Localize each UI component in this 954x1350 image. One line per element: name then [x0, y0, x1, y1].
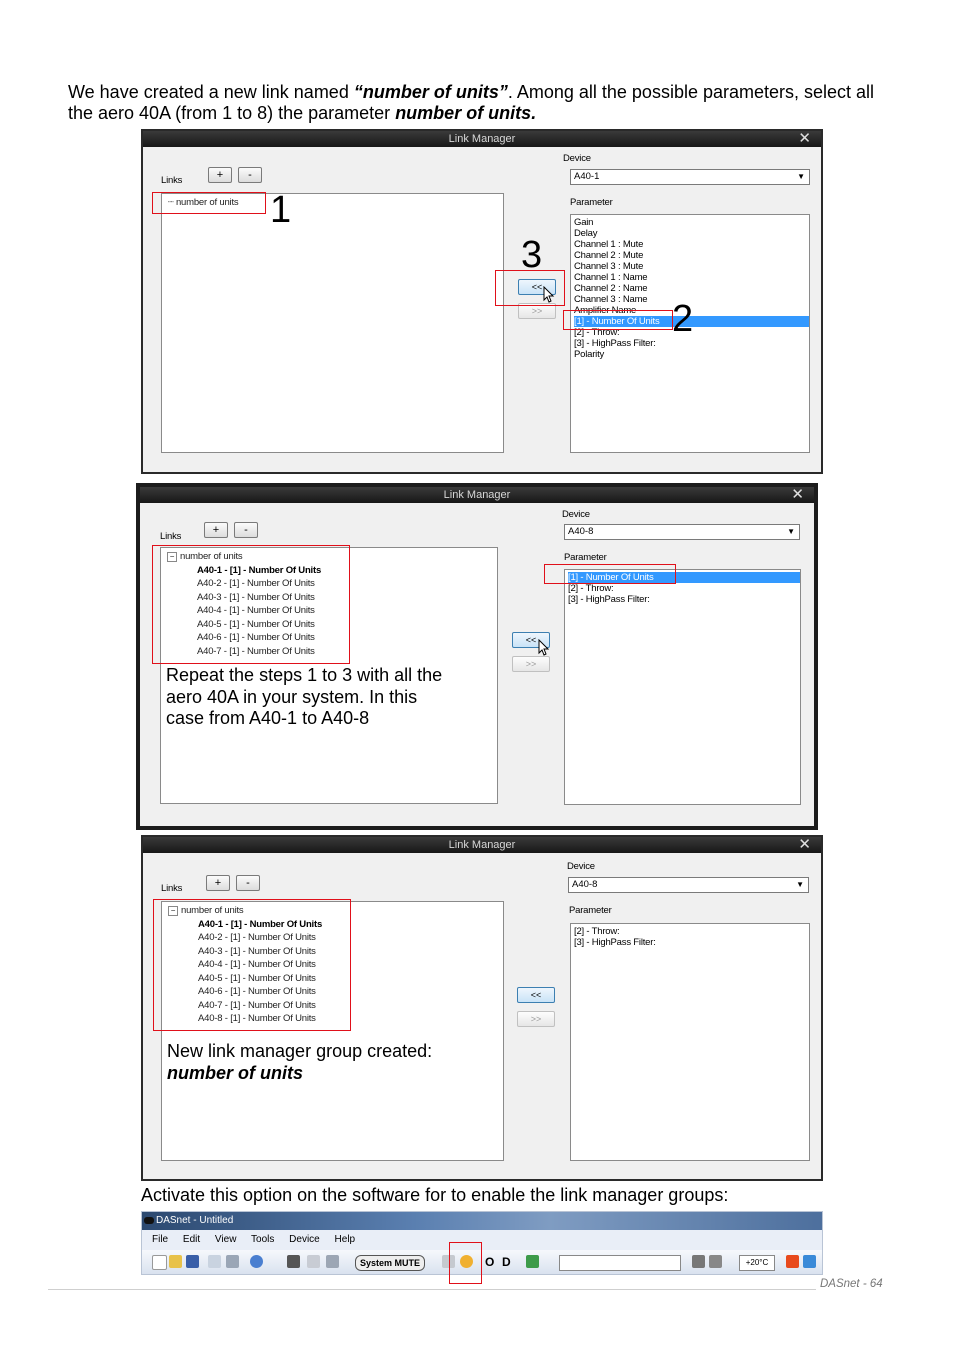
- device-list-icon[interactable]: [307, 1255, 320, 1268]
- copy-icon[interactable]: [208, 1255, 221, 1268]
- add-red-icon[interactable]: [786, 1255, 799, 1268]
- remove-link-button[interactable]: -: [234, 522, 258, 538]
- remove-link-button[interactable]: -: [236, 875, 260, 891]
- parameter-item[interactable]: Channel 1 : Name: [574, 272, 809, 283]
- links-label: Links: [161, 883, 183, 894]
- add-link-button[interactable]: +: [206, 875, 230, 891]
- parameter-label: Parameter: [570, 197, 613, 208]
- device-select[interactable]: A40-8 ▼: [568, 877, 809, 893]
- intro-paragraph: We have created a new link named “number…: [68, 82, 875, 123]
- dialog-titlebar: Link Manager ✕: [140, 487, 814, 503]
- parameter-item[interactable]: Gain: [574, 217, 809, 228]
- highlight-box-param: [544, 564, 676, 584]
- link-manager-dialog-3: Link Manager ✕ Device A40-8 ▼ Links + - P…: [141, 835, 823, 1181]
- parameter-item[interactable]: Polarity: [574, 349, 809, 360]
- toolbar: System MUTE O D +20°C: [142, 1242, 822, 1284]
- result-note: New link manager group created: number o…: [167, 1041, 433, 1083]
- page-footer: DASnet - 64: [820, 1278, 883, 1290]
- device-label: Device: [563, 153, 591, 164]
- menu-file[interactable]: File: [152, 1234, 168, 1245]
- add-link-button[interactable]: +: [208, 167, 232, 183]
- paste-icon[interactable]: [226, 1255, 239, 1268]
- dialog-titlebar: Link Manager ✕: [143, 837, 821, 853]
- chevron-down-icon: ▼: [797, 172, 805, 181]
- close-icon[interactable]: ✕: [798, 837, 811, 853]
- chevron-down-icon: ▼: [787, 527, 795, 536]
- app-logo-icon: [144, 1217, 154, 1224]
- parameter-item[interactable]: [3] - HighPass Filter:: [574, 937, 809, 948]
- unassign-button[interactable]: >>: [517, 1011, 555, 1027]
- param-name: number of units: [395, 103, 532, 123]
- step-number-3: 3: [521, 234, 543, 276]
- assign-button[interactable]: <<: [517, 987, 555, 1003]
- parameter-label: Parameter: [569, 905, 612, 916]
- network-icon[interactable]: [287, 1255, 300, 1268]
- parameter-list[interactable]: [2] - Throw: [3] - HighPass Filter:: [570, 923, 810, 1161]
- link-name: “number of units”: [353, 82, 508, 102]
- remove-link-button[interactable]: -: [238, 167, 262, 183]
- chevron-down-icon: ▼: [796, 880, 804, 889]
- highlight-box-2: [563, 310, 673, 330]
- device-label: Device: [562, 509, 590, 520]
- link-manager-dialog-1: Link Manager ✕ Device A40-1 ▼ Links + - P…: [141, 129, 823, 474]
- help-icon[interactable]: [250, 1255, 263, 1268]
- instruction-note: Repeat the steps 1 to 3 with all the aer…: [166, 665, 443, 728]
- parameter-item[interactable]: [2] - Throw:: [574, 926, 809, 937]
- menu-view[interactable]: View: [215, 1234, 237, 1245]
- save-icon[interactable]: [186, 1255, 199, 1268]
- add-link-button[interactable]: +: [204, 522, 228, 538]
- device-label: Device: [567, 861, 595, 872]
- device-select[interactable]: A40-8 ▼: [564, 524, 800, 540]
- menu-device[interactable]: Device: [289, 1234, 320, 1245]
- highlight-box-toolbar: [449, 1242, 482, 1284]
- parameter-item[interactable]: Channel 1 : Mute: [574, 239, 809, 250]
- links-tree[interactable]: ┈ number of units: [161, 193, 504, 453]
- close-icon[interactable]: ✕: [798, 131, 811, 147]
- device-select[interactable]: A40-1 ▼: [570, 169, 810, 185]
- open-folder-icon[interactable]: [169, 1255, 182, 1268]
- mouse-cursor-icon: [538, 639, 550, 656]
- highlight-box-tree: [152, 545, 350, 664]
- highlight-box-1: [152, 192, 266, 214]
- new-file-icon[interactable]: [152, 1255, 167, 1270]
- close-icon[interactable]: ✕: [791, 487, 804, 503]
- grid-icon[interactable]: [692, 1255, 705, 1268]
- window-icon[interactable]: [803, 1255, 816, 1268]
- parameter-item[interactable]: Channel 2 : Mute: [574, 250, 809, 261]
- parameter-item[interactable]: [3] - HighPass Filter:: [568, 594, 800, 605]
- system-mute-button[interactable]: System MUTE: [355, 1255, 426, 1271]
- signal-icon[interactable]: [326, 1255, 339, 1268]
- dialog-titlebar: Link Manager ✕: [143, 131, 821, 147]
- parameter-item[interactable]: [2] - Throw:: [568, 583, 800, 594]
- menu-tools[interactable]: Tools: [251, 1234, 274, 1245]
- parameter-item[interactable]: Delay: [574, 228, 809, 239]
- links-label: Links: [160, 531, 182, 542]
- step-number-2: 2: [672, 298, 694, 340]
- app-titlebar: DASnet - Untitled: [142, 1212, 822, 1230]
- temperature-field[interactable]: +20°C: [739, 1255, 775, 1271]
- parameter-item[interactable]: Channel 2 : Name: [574, 283, 809, 294]
- menu-edit[interactable]: Edit: [183, 1234, 200, 1245]
- d-button[interactable]: D: [502, 1255, 511, 1269]
- panel-icon[interactable]: [709, 1255, 722, 1268]
- highlight-box-tree: [153, 899, 351, 1031]
- menu-help[interactable]: Help: [335, 1234, 356, 1245]
- dasnet-app-window: DASnet - Untitled File Edit View Tools D…: [141, 1211, 823, 1284]
- link-manager-dialog-2: Link Manager ✕ Device A40-8 ▼ Links + - P…: [136, 483, 818, 830]
- parameter-list[interactable]: [1] - Number Of Units [2] - Throw: [3] - H…: [564, 569, 801, 805]
- footer-divider: [48, 1289, 816, 1290]
- links-label: Links: [161, 175, 183, 186]
- unassign-button[interactable]: >>: [512, 656, 550, 672]
- parameter-item[interactable]: Channel 3 : Mute: [574, 261, 809, 272]
- toolbar-combo[interactable]: [559, 1255, 681, 1271]
- step-number-1: 1: [270, 189, 292, 231]
- monitor-icon[interactable]: [526, 1255, 539, 1268]
- o-button[interactable]: O: [485, 1255, 494, 1269]
- activate-instruction: Activate this option on the software for…: [141, 1185, 729, 1205]
- menu-bar: File Edit View Tools Device Help: [142, 1232, 822, 1248]
- parameter-label: Parameter: [564, 552, 607, 563]
